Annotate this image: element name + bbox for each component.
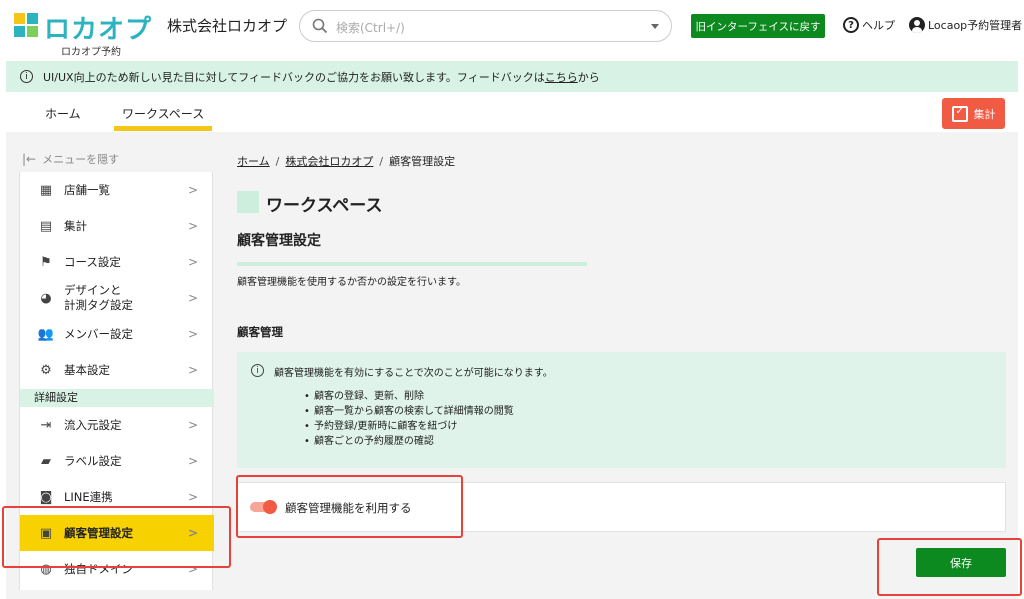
highlight-box-sidebar [2,506,231,568]
chevron-right-icon: > [188,291,199,305]
tally-button-label: 集計 [973,107,996,121]
chevron-right-icon: > [188,454,199,468]
gear-icon: ⚙ [40,362,52,378]
chevron-down-icon[interactable] [651,24,659,29]
label-icon: ▰ [41,453,51,469]
page-title: 顧客管理設定 [237,233,321,249]
store-icon: ▦ [39,182,53,198]
feedback-link[interactable]: こちら [545,69,578,85]
sidebar-item-label: 集計 [64,218,87,233]
sidebar-item-label: メンバー設定 [64,326,133,341]
list-item: 顧客ごとの予約履歴の確認 [304,434,514,449]
sidebar-item-label: LINE連携 [64,489,113,504]
chevron-right-icon: > [188,219,199,233]
search-placeholder: 検索(Ctrl+/) [336,21,405,35]
tab-home[interactable]: ホーム [45,105,81,122]
breadcrumb-separator: / [275,155,280,168]
sidebar-item-label: 店舗一覧 [64,182,110,197]
hide-menu-button[interactable]: |← メニューを隠す [22,151,119,167]
flag-icon: ⚑ [40,254,52,270]
sidebar-item-source[interactable]: ⇥ 流入元設定 > [20,407,214,443]
sidebar-item-members[interactable]: 👥 メンバー設定 > [20,316,214,352]
user-label: Locaop予約管理者 [928,19,1023,32]
logo-icon [14,13,38,37]
progress-fill [237,262,587,266]
help-button[interactable]: ? ヘルプ [843,17,895,33]
sidebar-item-label: 基本設定 [64,362,110,377]
section-label-advanced: 詳細設定 [20,389,214,407]
help-label: ヘルプ [862,19,895,32]
sidebar-item-label: デザインと 計測タグ設定 [64,283,133,313]
sidebar-item-label: ラベル設定 [64,453,122,468]
calendar-check-icon [951,105,968,122]
chevron-right-icon: > [188,183,199,197]
sidebar-item-label: 流入元設定 [64,417,122,432]
hide-menu-label: メニューを隠す [42,153,120,166]
tally-button[interactable]: 集計 [942,98,1005,129]
people-icon: 👥 [37,326,55,342]
info-intro: 顧客管理機能を有効にすることで次のことが可能になります。 [274,368,553,379]
search-icon [312,18,328,34]
top-header: ロカオプ ロカオプ予約 株式会社ロカオプ 検索(Ctrl+/) 旧インターフェイ… [0,0,1024,58]
feature-list: 顧客の登録、更新、削除 顧客一覧から顧客の検索して詳細情報の閲覧 予約登録/更新… [304,389,514,449]
feedback-banner: i UI/UX向上のため新しい見た目に対してフィードバックのご協力をお願い致しま… [6,61,1018,92]
page-description: 顧客管理機能を使用するか否かの設定を行います。 [237,277,466,288]
banner-text-after: から [577,70,600,84]
user-menu[interactable]: Locaop予約管理者 [909,17,1022,33]
list-item: 顧客一覧から顧客の検索して詳細情報の閲覧 [304,404,514,419]
line-icon: ◙ [39,489,53,505]
progress-bar [237,262,587,266]
logo-text: ロカオプ [44,15,153,45]
chevron-right-icon: > [188,490,199,504]
search-input[interactable]: 検索(Ctrl+/) [299,10,672,42]
info-box: i 顧客管理機能を有効にすることで次のことが可能になります。 顧客の登録、更新、… [237,352,1006,468]
main-nav: ホーム ワークスペース [6,93,1018,132]
breadcrumb-company[interactable]: 株式会社ロカオプ [285,155,373,168]
sidebar-item-stores[interactable]: ▦ 店舗一覧 > [20,172,214,208]
breadcrumb-separator: / [379,155,384,168]
account-icon [909,17,925,33]
sidebar-item-label-line2: 計測タグ設定 [64,298,133,312]
palette-icon: ◕ [40,290,52,306]
chevron-right-icon: > [188,327,199,341]
logo-subtitle: ロカオプ予約 [61,47,121,58]
section-heading: 顧客管理 [237,325,283,339]
help-icon: ? [843,17,859,33]
sidebar-item-tally[interactable]: ▤ 集計 > [20,208,214,244]
chevron-right-icon: > [188,418,199,432]
login-icon: ⇥ [40,417,52,433]
breadcrumb-home[interactable]: ホーム [237,155,270,168]
info-icon: i [20,70,33,83]
clipboard-icon: ▤ [39,218,53,234]
workspace-marker [237,191,259,213]
sidebar-item-basic[interactable]: ⚙ 基本設定 > [20,352,214,388]
company-name: 株式会社ロカオプ [167,17,288,35]
chevron-right-icon: > [188,363,199,377]
breadcrumb: ホーム / 株式会社ロカオプ / 顧客管理設定 [237,153,455,169]
tab-workspace[interactable]: ワークスペース [113,105,213,131]
sidebar-item-labels[interactable]: ▰ ラベル設定 > [20,443,214,479]
highlight-box-save [877,538,1022,596]
sidebar-item-label: コース設定 [64,254,121,269]
sidebar-item-label-line1: デザインと [64,283,122,297]
info-icon: i [251,364,264,377]
sidebar-item-course[interactable]: ⚑ コース設定 > [20,244,214,280]
sidebar-item-design[interactable]: ◕ デザインと 計測タグ設定 > [20,280,214,316]
highlight-box-toggle [236,475,463,538]
list-item: 予約登録/更新時に顧客を紐づけ [304,419,514,434]
banner-text-before: UI/UX向上のため新しい見た目に対してフィードバックのご協力をお願い致します。… [43,70,545,84]
old-interface-button[interactable]: 旧インターフェイスに戻す [691,14,825,38]
breadcrumb-current: 顧客管理設定 [389,155,456,168]
collapse-left-icon: |← [22,152,37,166]
list-item: 顧客の登録、更新、削除 [304,389,514,404]
workspace-title: ワークスペース [266,196,383,216]
chevron-right-icon: > [188,255,199,269]
